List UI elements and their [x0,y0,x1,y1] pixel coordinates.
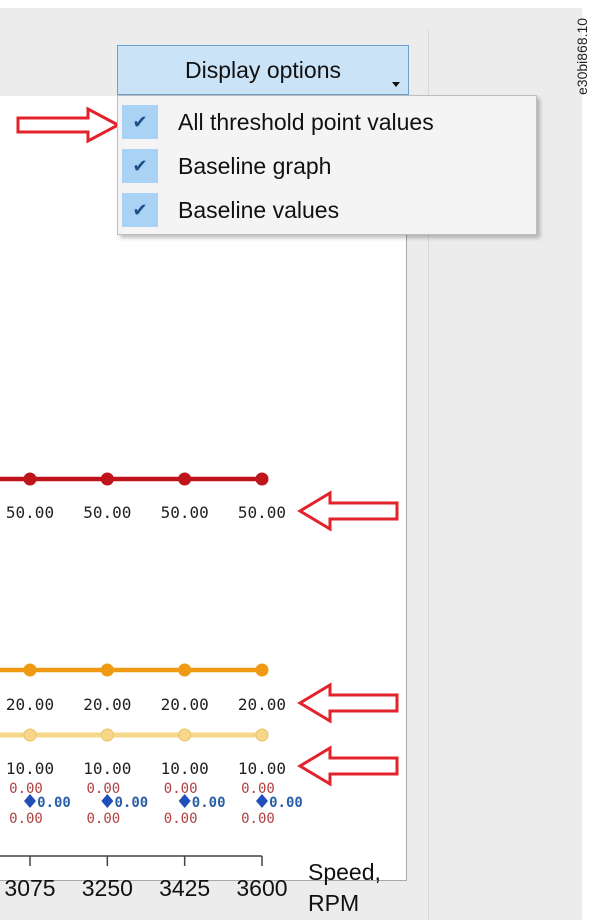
series-1-value-label-0: 20.00 [6,695,54,714]
series-0-point-0 [23,472,37,486]
series-2-point-2 [178,728,192,742]
series-2-point-0 [23,728,37,742]
series-1-point-3 [255,663,269,677]
x-axis-label-line2: RPM [308,890,359,916]
series-0-value-label-1: 50.00 [83,503,131,522]
series-1-value-label-1: 20.00 [83,695,131,714]
series-0-point-3 [255,472,269,486]
baseline-value-label-2: 0.00 [192,795,226,811]
callout-arrow-orange-series-icon [297,682,399,724]
dropdown-caret-icon [392,82,400,87]
display-options-menu: ✔ All threshold point values ✔ Baseline … [117,95,537,235]
series-0-value-label-2: 50.00 [161,503,209,522]
baseline-value-label-3: 0.00 [269,795,303,811]
callout-arrow-menu-icon [16,106,122,144]
menu-item-all-threshold-point-values[interactable]: ✔ All threshold point values [122,103,434,141]
series-0-value-label-3: 50.00 [238,503,286,522]
series-2-point-1 [100,728,114,742]
x-tick-label-1: 3250 [82,875,133,901]
baseline-value-label-1: 0.00 [114,795,148,811]
series-1-point-2 [178,663,192,677]
series-0-point-1 [100,472,114,486]
baseline-lower-label-0: 0.00 [9,811,43,827]
series-1-value-label-3: 20.00 [238,695,286,714]
x-tick-label-0: 3075 [4,875,55,901]
display-options-button[interactable]: Display options [117,45,409,95]
baseline-lower-label-3: 0.00 [241,811,275,827]
display-options-label: Display options [185,56,341,83]
callout-arrow-yellow-series-icon [297,745,399,787]
series-1-point-1 [100,663,114,677]
figure-id-label: e30bi868.10 [574,17,590,95]
series-0-value-label-0: 50.00 [6,503,54,522]
series-2-value-label-2: 10.00 [161,759,209,778]
series-0-point-2 [178,472,192,486]
callout-arrow-red-series-icon [297,490,399,532]
series-2-value-label-1: 10.00 [83,759,131,778]
baseline-value-label-0: 0.00 [37,795,71,811]
menu-item-baseline-graph[interactable]: ✔ Baseline graph [122,147,331,185]
series-2-point-3 [255,728,269,742]
series-layer [0,472,269,808]
checkmark-icon: ✔ [122,193,158,227]
menu-item-baseline-values[interactable]: ✔ Baseline values [122,191,339,229]
baseline-lower-label-1: 0.00 [86,811,120,827]
menu-item-label: Baseline graph [178,152,332,179]
checkmark-icon: ✔ [122,149,158,183]
x-axis: 3075 3250 3425 3600 [0,855,288,901]
series-2-value-label-0: 10.00 [6,759,54,778]
menu-item-label: Baseline values [178,196,340,223]
x-tick-label-2: 3425 [159,875,210,901]
baseline-lower-label-2: 0.00 [164,811,198,827]
checkmark-icon: ✔ [122,105,158,139]
x-tick-label-3: 3600 [236,875,287,901]
x-axis-label-line1: Speed, [308,859,381,885]
menu-item-label: All threshold point values [178,108,434,135]
series-2-value-label-3: 10.00 [238,759,286,778]
series-1-point-0 [23,663,37,677]
series-1-value-label-2: 20.00 [161,695,209,714]
